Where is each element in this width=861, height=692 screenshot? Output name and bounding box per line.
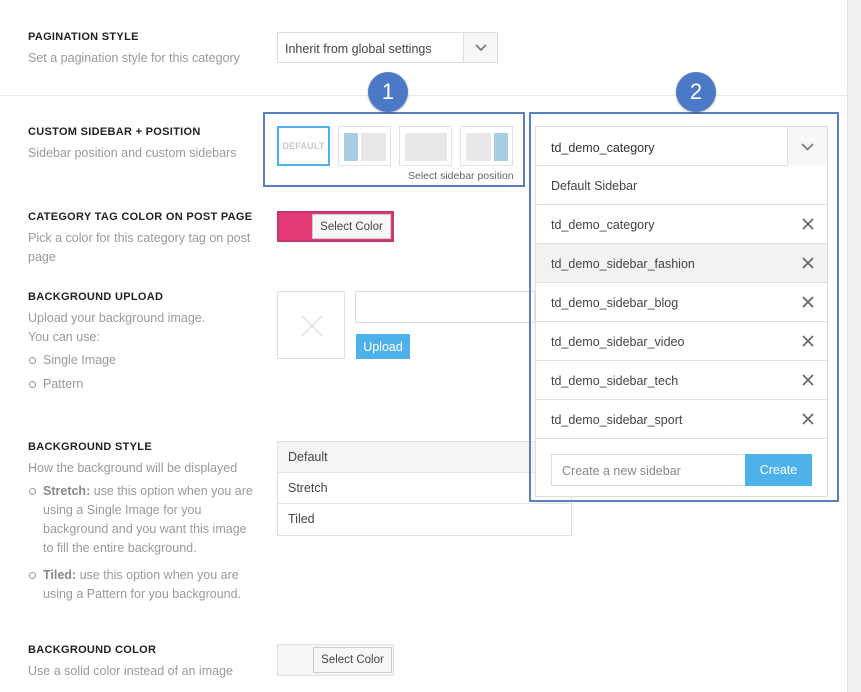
annotation-number-1: 1 [368, 72, 408, 112]
tag-color-desc-2: page [28, 250, 56, 264]
bg-style-label: BACKGROUND STYLE [28, 441, 152, 453]
section-divider [0, 95, 848, 96]
upload-url-input[interactable] [355, 291, 535, 323]
bg-upload-desc-2: You can use: [28, 330, 100, 344]
bg-select-color-button[interactable]: Select Color [313, 647, 392, 673]
bg-upload-list: Single Image Pattern [28, 351, 116, 399]
custom-sidebar-desc: Sidebar position and custom sidebars [28, 146, 237, 160]
pagination-style-label: PAGINATION STYLE [28, 31, 139, 43]
bg-style-option-tiled[interactable]: Tiled [278, 504, 571, 535]
bg-style-desc: How the background will be displayed [28, 461, 238, 475]
list-item: Pattern [28, 375, 116, 394]
list-item: Single Image [28, 351, 116, 370]
tag-color-desc: Pick a color for this category tag on po… [28, 231, 251, 245]
upload-button[interactable]: Upload [356, 334, 410, 359]
bg-style-option-default[interactable]: Default [278, 442, 571, 473]
bg-upload-label: BACKGROUND UPLOAD [28, 291, 164, 303]
list-item: Stretch: use this option when you are us… [28, 482, 260, 558]
tag-color-label: CATEGORY TAG COLOR ON POST PAGE [28, 211, 253, 223]
custom-sidebar-label: CUSTOM SIDEBAR + POSITION [28, 126, 201, 138]
list-item: Tiled: use this option when you are usin… [28, 566, 260, 604]
chevron-down-icon [463, 33, 497, 62]
tag-color-picker[interactable]: Select Color [277, 211, 394, 242]
annotation-box-2 [529, 112, 839, 502]
bg-style-option-stretch[interactable]: Stretch [278, 473, 571, 504]
bg-color-label: BACKGROUND COLOR [28, 644, 157, 656]
bg-style-help-list: Stretch: use this option when you are us… [28, 482, 260, 609]
bg-color-picker[interactable]: Select Color [277, 644, 394, 676]
bg-style-options: Default Stretch Tiled [277, 441, 572, 536]
empty-image-icon [301, 315, 323, 337]
category-settings-panel: PAGINATION STYLE Set a pagination style … [0, 0, 848, 692]
pagination-style-desc: Set a pagination style for this category [28, 51, 240, 65]
annotation-box-1 [263, 112, 525, 187]
tag-select-color-button[interactable]: Select Color [312, 214, 391, 239]
bg-upload-desc: Upload your background image. [28, 311, 206, 325]
bg-color-desc: Use a solid color instead of an image [28, 664, 233, 678]
upload-preview [277, 291, 345, 359]
pagination-style-value: Inherit from global settings [285, 42, 432, 56]
annotation-number-2: 2 [676, 72, 716, 112]
pagination-style-select[interactable]: Inherit from global settings [277, 32, 498, 63]
